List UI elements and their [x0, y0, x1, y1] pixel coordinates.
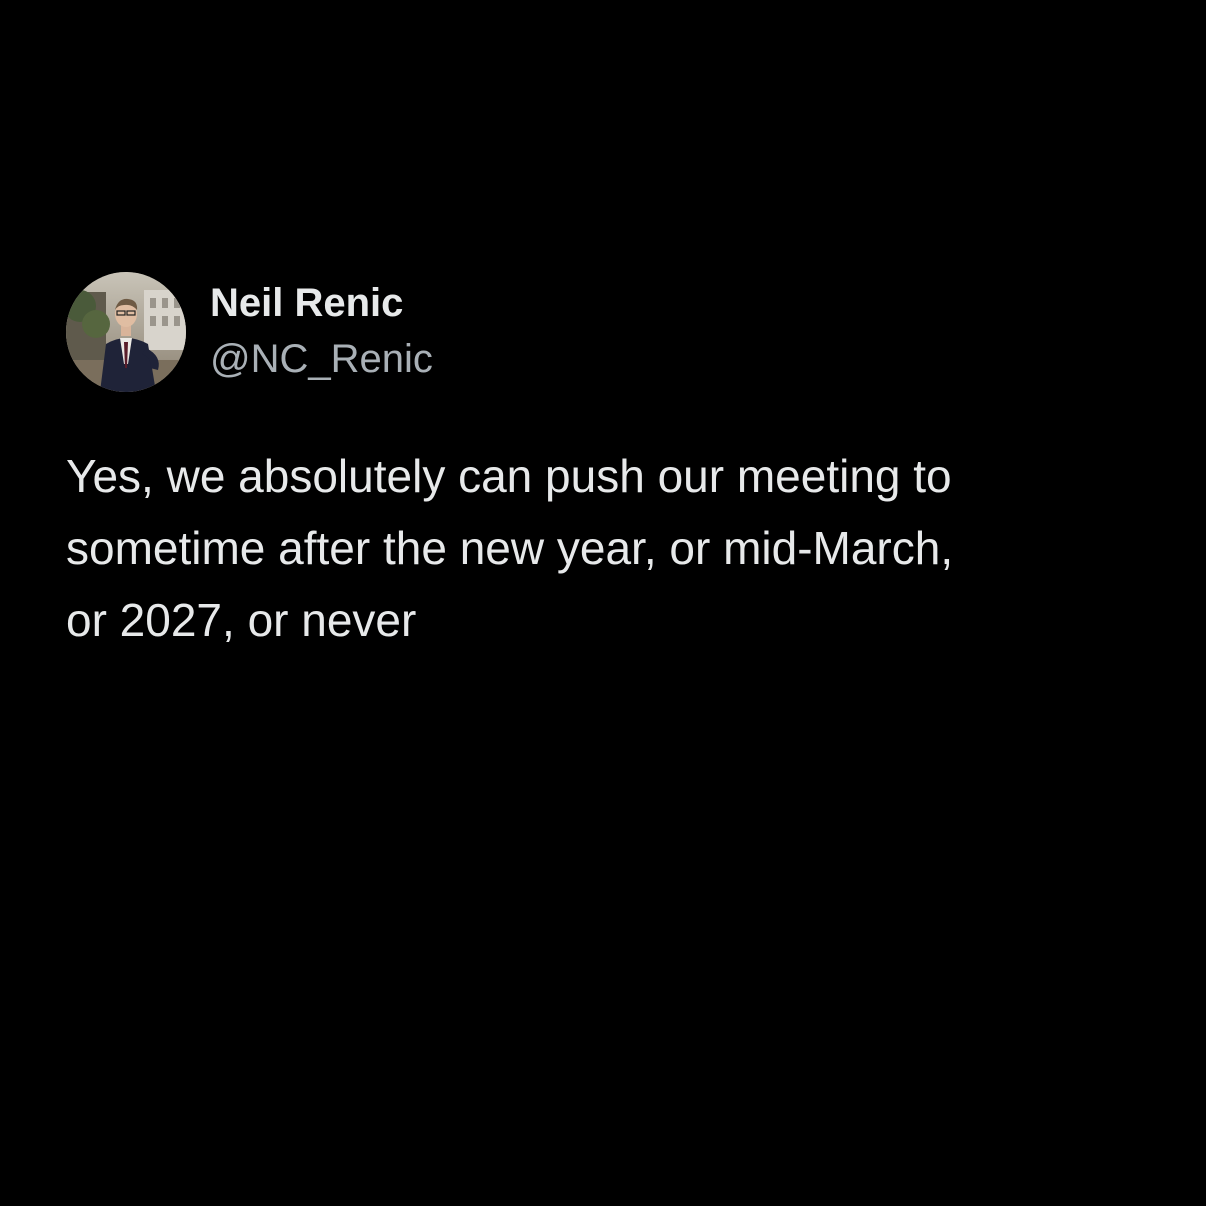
tweet-header: Neil Renic @NC_Renic	[66, 272, 1146, 392]
tweet-text: Yes, we absolutely can push our meeting …	[66, 450, 954, 646]
tweet-card: Neil Renic @NC_Renic Yes, we absolutely …	[66, 272, 1146, 656]
author-names: Neil Renic @NC_Renic	[210, 272, 433, 382]
avatar[interactable]	[66, 272, 186, 392]
user-handle[interactable]: @NC_Renic	[210, 336, 433, 382]
profile-photo-icon	[66, 272, 186, 392]
display-name[interactable]: Neil Renic	[210, 280, 433, 326]
